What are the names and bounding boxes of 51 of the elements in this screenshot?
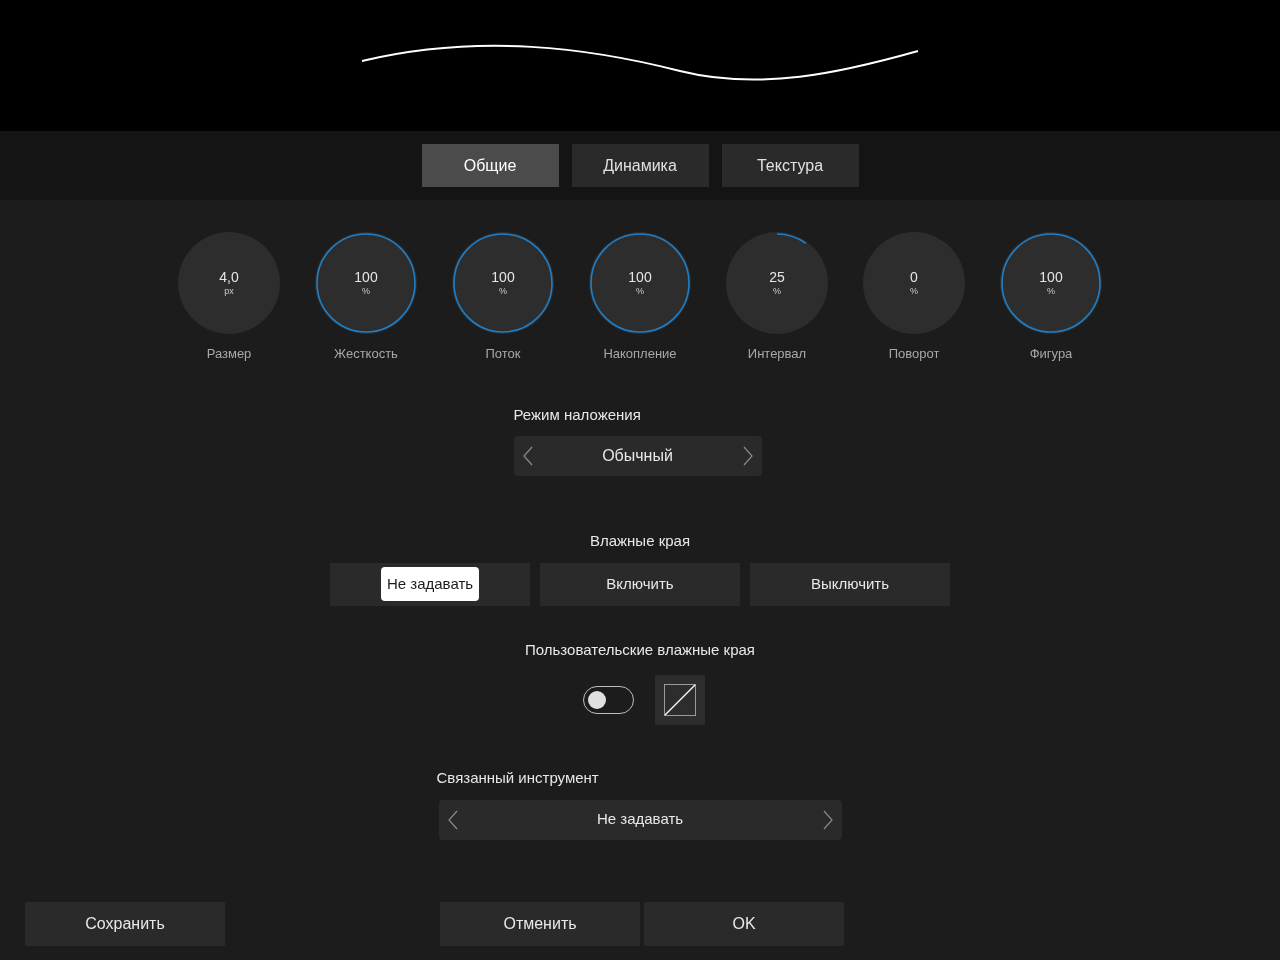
tab[interactable]: Текстура bbox=[721, 144, 859, 187]
blend-mode-label: Режим наложения bbox=[513, 404, 642, 425]
dial[interactable]: 0 % bbox=[863, 232, 965, 334]
wet-edges-option[interactable]: Включить bbox=[540, 562, 740, 606]
dial-label: Поворот bbox=[888, 345, 940, 363]
dial-value: 0 bbox=[910, 269, 918, 285]
chevron-right-icon[interactable] bbox=[742, 446, 753, 466]
dial[interactable]: 25 % bbox=[726, 232, 828, 334]
wet-edges-option[interactable]: Не задавать bbox=[330, 562, 530, 606]
dial[interactable]: 100 % bbox=[315, 232, 417, 334]
save-button[interactable]: Сохранить bbox=[25, 901, 225, 946]
dial-value: 100 bbox=[354, 269, 378, 285]
dial-label: Поток bbox=[485, 345, 521, 363]
custom-wet-edges-label: Пользовательские влажные края bbox=[525, 639, 755, 660]
dial-unit: % bbox=[636, 285, 644, 297]
dial-unit: % bbox=[1047, 285, 1055, 297]
dial-value: 100 bbox=[628, 269, 652, 285]
dial[interactable]: 100 % bbox=[452, 232, 554, 334]
blend-mode-value: Обычный bbox=[602, 446, 673, 466]
dial[interactable]: 100 % bbox=[589, 232, 691, 334]
tab[interactable]: Общие bbox=[421, 144, 559, 187]
wet-edges-option[interactable]: Выключить bbox=[750, 562, 950, 606]
tab[interactable]: Динамика bbox=[571, 144, 709, 187]
dial-value: 25 bbox=[769, 269, 785, 285]
cancel-button[interactable]: Отменить bbox=[440, 901, 640, 946]
dial-unit: % bbox=[362, 285, 370, 297]
chevron-left-icon[interactable] bbox=[522, 446, 533, 466]
dial[interactable]: 4,0 px bbox=[178, 232, 280, 334]
dial-value: 100 bbox=[491, 269, 515, 285]
curve-editor-button[interactable] bbox=[655, 675, 705, 725]
diagonal-square-icon bbox=[664, 684, 696, 716]
linked-tool-label: Связанный инструмент bbox=[436, 768, 600, 788]
dial-label: Жесткость bbox=[334, 345, 398, 363]
dial-value: 4,0 bbox=[219, 269, 239, 285]
dial-unit: % bbox=[773, 285, 781, 297]
blend-mode-selector[interactable]: Обычный bbox=[513, 436, 762, 476]
dial-value: 100 bbox=[1039, 269, 1063, 285]
dial-label: Интервал bbox=[747, 345, 807, 363]
chevron-left-icon[interactable] bbox=[447, 809, 458, 830]
linked-tool-selector[interactable]: Не задавать bbox=[438, 799, 842, 840]
dial-unit: % bbox=[910, 285, 918, 297]
dial-unit: % bbox=[499, 285, 507, 297]
chevron-right-icon[interactable] bbox=[822, 809, 833, 830]
dial-unit: px bbox=[224, 285, 234, 297]
dial-label: Фигура bbox=[1029, 345, 1073, 363]
wet-edges-label: Влажные края bbox=[589, 531, 691, 551]
dial[interactable]: 100 % bbox=[1000, 232, 1102, 334]
dial-label: Размер bbox=[206, 345, 252, 363]
dial-label: Накопление bbox=[603, 345, 677, 363]
linked-tool-value: Не задавать bbox=[596, 809, 684, 830]
ok-button[interactable]: OK bbox=[644, 901, 844, 946]
